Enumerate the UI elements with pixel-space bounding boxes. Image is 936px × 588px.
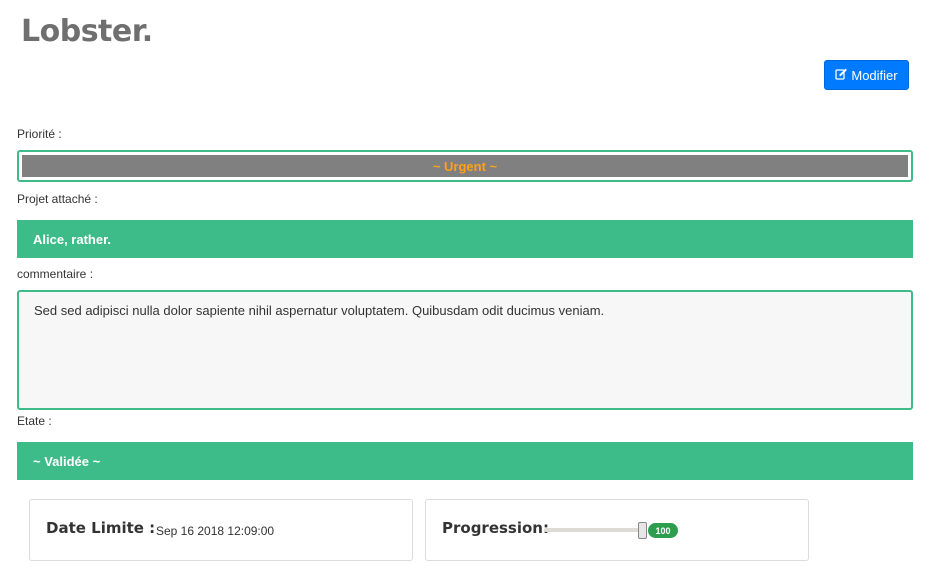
comment-textarea[interactable]: Sed sed adipisci nulla dolor sapiente ni… <box>17 290 913 410</box>
progress-label: Progression: <box>442 519 549 537</box>
deadline-card: Date Limite : Sep 16 2018 12:09:00 <box>29 499 413 561</box>
project-value: Alice, rather. <box>17 220 913 258</box>
status-label: Etate : <box>17 414 52 428</box>
progress-slider-track[interactable] <box>544 528 644 532</box>
priority-label: Priorité : <box>17 127 62 141</box>
comment-label: commentaire : <box>17 267 94 281</box>
priority-value: ~ Urgent ~ <box>22 155 908 177</box>
edit-button-label: Modifier <box>851 67 898 83</box>
status-value: ~ Validée ~ <box>17 442 913 480</box>
progress-slider-handle[interactable] <box>638 522 647 539</box>
priority-field[interactable]: ~ Urgent ~ <box>17 150 913 182</box>
edit-button[interactable]: Modifier <box>824 60 909 90</box>
progress-value-badge: 100 <box>648 523 678 538</box>
page-title: Lobster. <box>21 14 153 49</box>
deadline-label: Date Limite : <box>46 519 156 537</box>
progress-card: Progression: 100 <box>425 499 809 561</box>
edit-icon <box>835 68 848 83</box>
project-label: Projet attaché : <box>17 192 98 206</box>
deadline-value: Sep 16 2018 12:09:00 <box>156 524 275 538</box>
